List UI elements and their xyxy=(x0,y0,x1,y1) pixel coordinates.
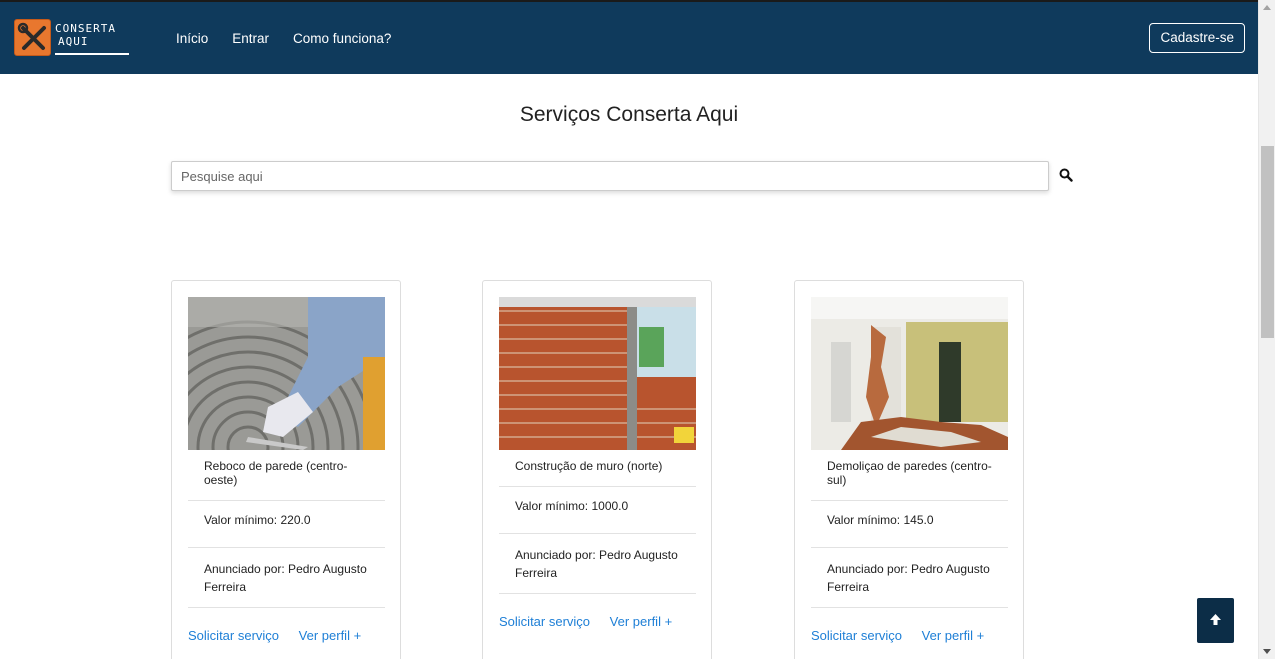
nav-como-funciona[interactable]: Como funciona? xyxy=(293,31,391,46)
top-navbar: CONSERTA AQUI Início Entrar Como funcion… xyxy=(0,0,1258,74)
nav-entrar[interactable]: Entrar xyxy=(232,31,269,46)
service-card-body: Construção de muro (norte) Valor mínimo:… xyxy=(499,450,696,629)
page-scrollbar[interactable] xyxy=(1258,0,1275,659)
page-title: Serviços Conserta Aqui xyxy=(519,103,739,126)
scroll-up-arrow[interactable] xyxy=(1263,5,1271,10)
service-card-body: Reboco de parede (centro-oeste) Valor mí… xyxy=(188,450,385,643)
nav-inicio[interactable]: Início xyxy=(176,31,208,46)
service-image-plaster xyxy=(188,297,385,450)
service-links: Solicitar serviço Ver perfil + xyxy=(811,608,1008,643)
logo-underline xyxy=(55,53,129,55)
service-price: Valor mínimo: 220.0 xyxy=(188,501,385,548)
logo[interactable]: CONSERTA AQUI xyxy=(14,19,129,59)
service-price: Valor mínimo: 145.0 xyxy=(811,501,1008,548)
service-owner: Anunciado por: Pedro Augusto Ferreira xyxy=(188,548,385,608)
signup-button[interactable]: Cadastre-se xyxy=(1149,23,1245,53)
service-card: Demoliçao de paredes (centro-sul) Valor … xyxy=(794,280,1024,659)
service-title: Reboco de parede (centro-oeste) xyxy=(188,450,385,501)
back-to-top-button[interactable] xyxy=(1197,598,1234,643)
service-links: Solicitar serviço Ver perfil + xyxy=(499,594,696,629)
view-profile-link[interactable]: Ver perfil + xyxy=(610,614,673,629)
request-service-link[interactable]: Solicitar serviço xyxy=(188,628,279,643)
arrow-up-icon xyxy=(1210,614,1221,625)
search-input[interactable] xyxy=(171,161,1049,191)
service-card: Construção de muro (norte) Valor mínimo:… xyxy=(482,280,712,659)
service-owner: Anunciado por: Pedro Augusto Ferreira xyxy=(499,534,696,594)
page: CONSERTA AQUI Início Entrar Como funcion… xyxy=(0,0,1275,659)
service-image-demolition xyxy=(811,297,1008,450)
logo-line-2: AQUI xyxy=(58,35,89,48)
service-title: Construção de muro (norte) xyxy=(499,450,696,487)
service-price: Valor mínimo: 1000.0 xyxy=(499,487,696,534)
scroll-thumb[interactable] xyxy=(1261,146,1274,338)
logo-line-1: CONSERTA xyxy=(55,22,116,35)
view-profile-link[interactable]: Ver perfil + xyxy=(922,628,985,643)
service-image-wall xyxy=(499,297,696,450)
request-service-link[interactable]: Solicitar serviço xyxy=(499,614,590,629)
request-service-link[interactable]: Solicitar serviço xyxy=(811,628,902,643)
scroll-down-arrow[interactable] xyxy=(1263,649,1271,654)
main-nav: Início Entrar Como funciona? xyxy=(176,31,415,46)
service-title: Demoliçao de paredes (centro-sul) xyxy=(811,450,1008,501)
wrench-screwdriver-icon xyxy=(14,19,51,56)
view-profile-link[interactable]: Ver perfil + xyxy=(299,628,362,643)
service-links: Solicitar serviço Ver perfil + xyxy=(188,608,385,643)
search-icon[interactable] xyxy=(1059,168,1073,182)
logo-text: CONSERTA AQUI xyxy=(55,22,116,48)
service-owner: Anunciado por: Pedro Augusto Ferreira xyxy=(811,548,1008,608)
service-card: Reboco de parede (centro-oeste) Valor mí… xyxy=(171,280,401,659)
service-card-body: Demoliçao de paredes (centro-sul) Valor … xyxy=(811,450,1008,643)
